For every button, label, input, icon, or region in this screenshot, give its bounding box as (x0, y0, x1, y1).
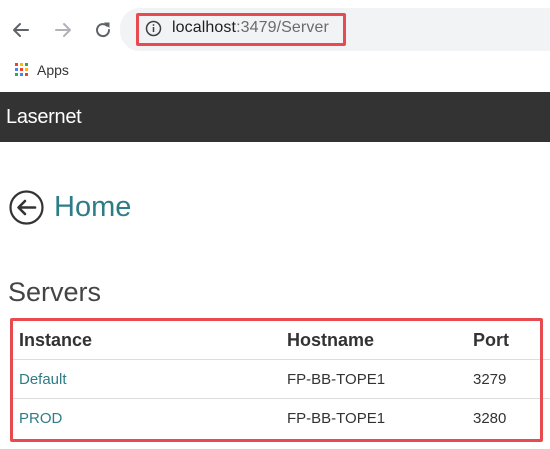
apps-grid-icon[interactable] (15, 63, 29, 77)
table-header-row: Instance Hostname Port (13, 321, 550, 360)
back-button[interactable] (10, 19, 32, 41)
screenshot-root: localhost:3479/Server Apps Lasernet Home… (0, 0, 550, 449)
table-row: PROD FP-BB-TOPE1 3280 (13, 399, 550, 438)
column-header-port: Port (467, 321, 550, 360)
column-header-hostname: Hostname (281, 321, 467, 360)
app-navbar: Lasernet (0, 92, 550, 142)
home-link-label: Home (54, 191, 132, 223)
brand-link[interactable]: Lasernet (6, 104, 82, 130)
column-header-instance: Instance (13, 321, 281, 360)
instance-link[interactable]: PROD (19, 410, 62, 427)
reload-icon (96, 22, 111, 38)
url-highlight-box (136, 13, 346, 46)
instance-link[interactable]: Default (19, 371, 67, 388)
hostname-cell: FP-BB-TOPE1 (281, 359, 467, 399)
forward-arrow-icon (55, 23, 71, 37)
back-arrow-icon (13, 23, 29, 37)
bookmarks-bar (0, 58, 550, 84)
home-link[interactable]: Home (8, 186, 131, 228)
forward-button[interactable] (52, 19, 74, 41)
port-cell: 3280 (473, 409, 507, 427)
servers-table: Instance Hostname Port Default FP-BB-TOP… (13, 321, 550, 437)
bookmark-apps[interactable]: Apps (37, 61, 69, 79)
port-cell: 3279 (467, 359, 550, 399)
reload-button[interactable] (92, 19, 114, 41)
hostname-cell: FP-BB-TOPE1 (287, 409, 386, 427)
browser-toolbar: localhost:3479/Server (0, 0, 550, 58)
instance-cell: PROD (13, 399, 281, 438)
table-row: Default FP-BB-TOPE1 3279 (13, 359, 550, 399)
instance-cell: Default (13, 359, 281, 399)
circle-arrow-left-icon (9, 189, 44, 225)
page-title: Servers (8, 277, 102, 307)
